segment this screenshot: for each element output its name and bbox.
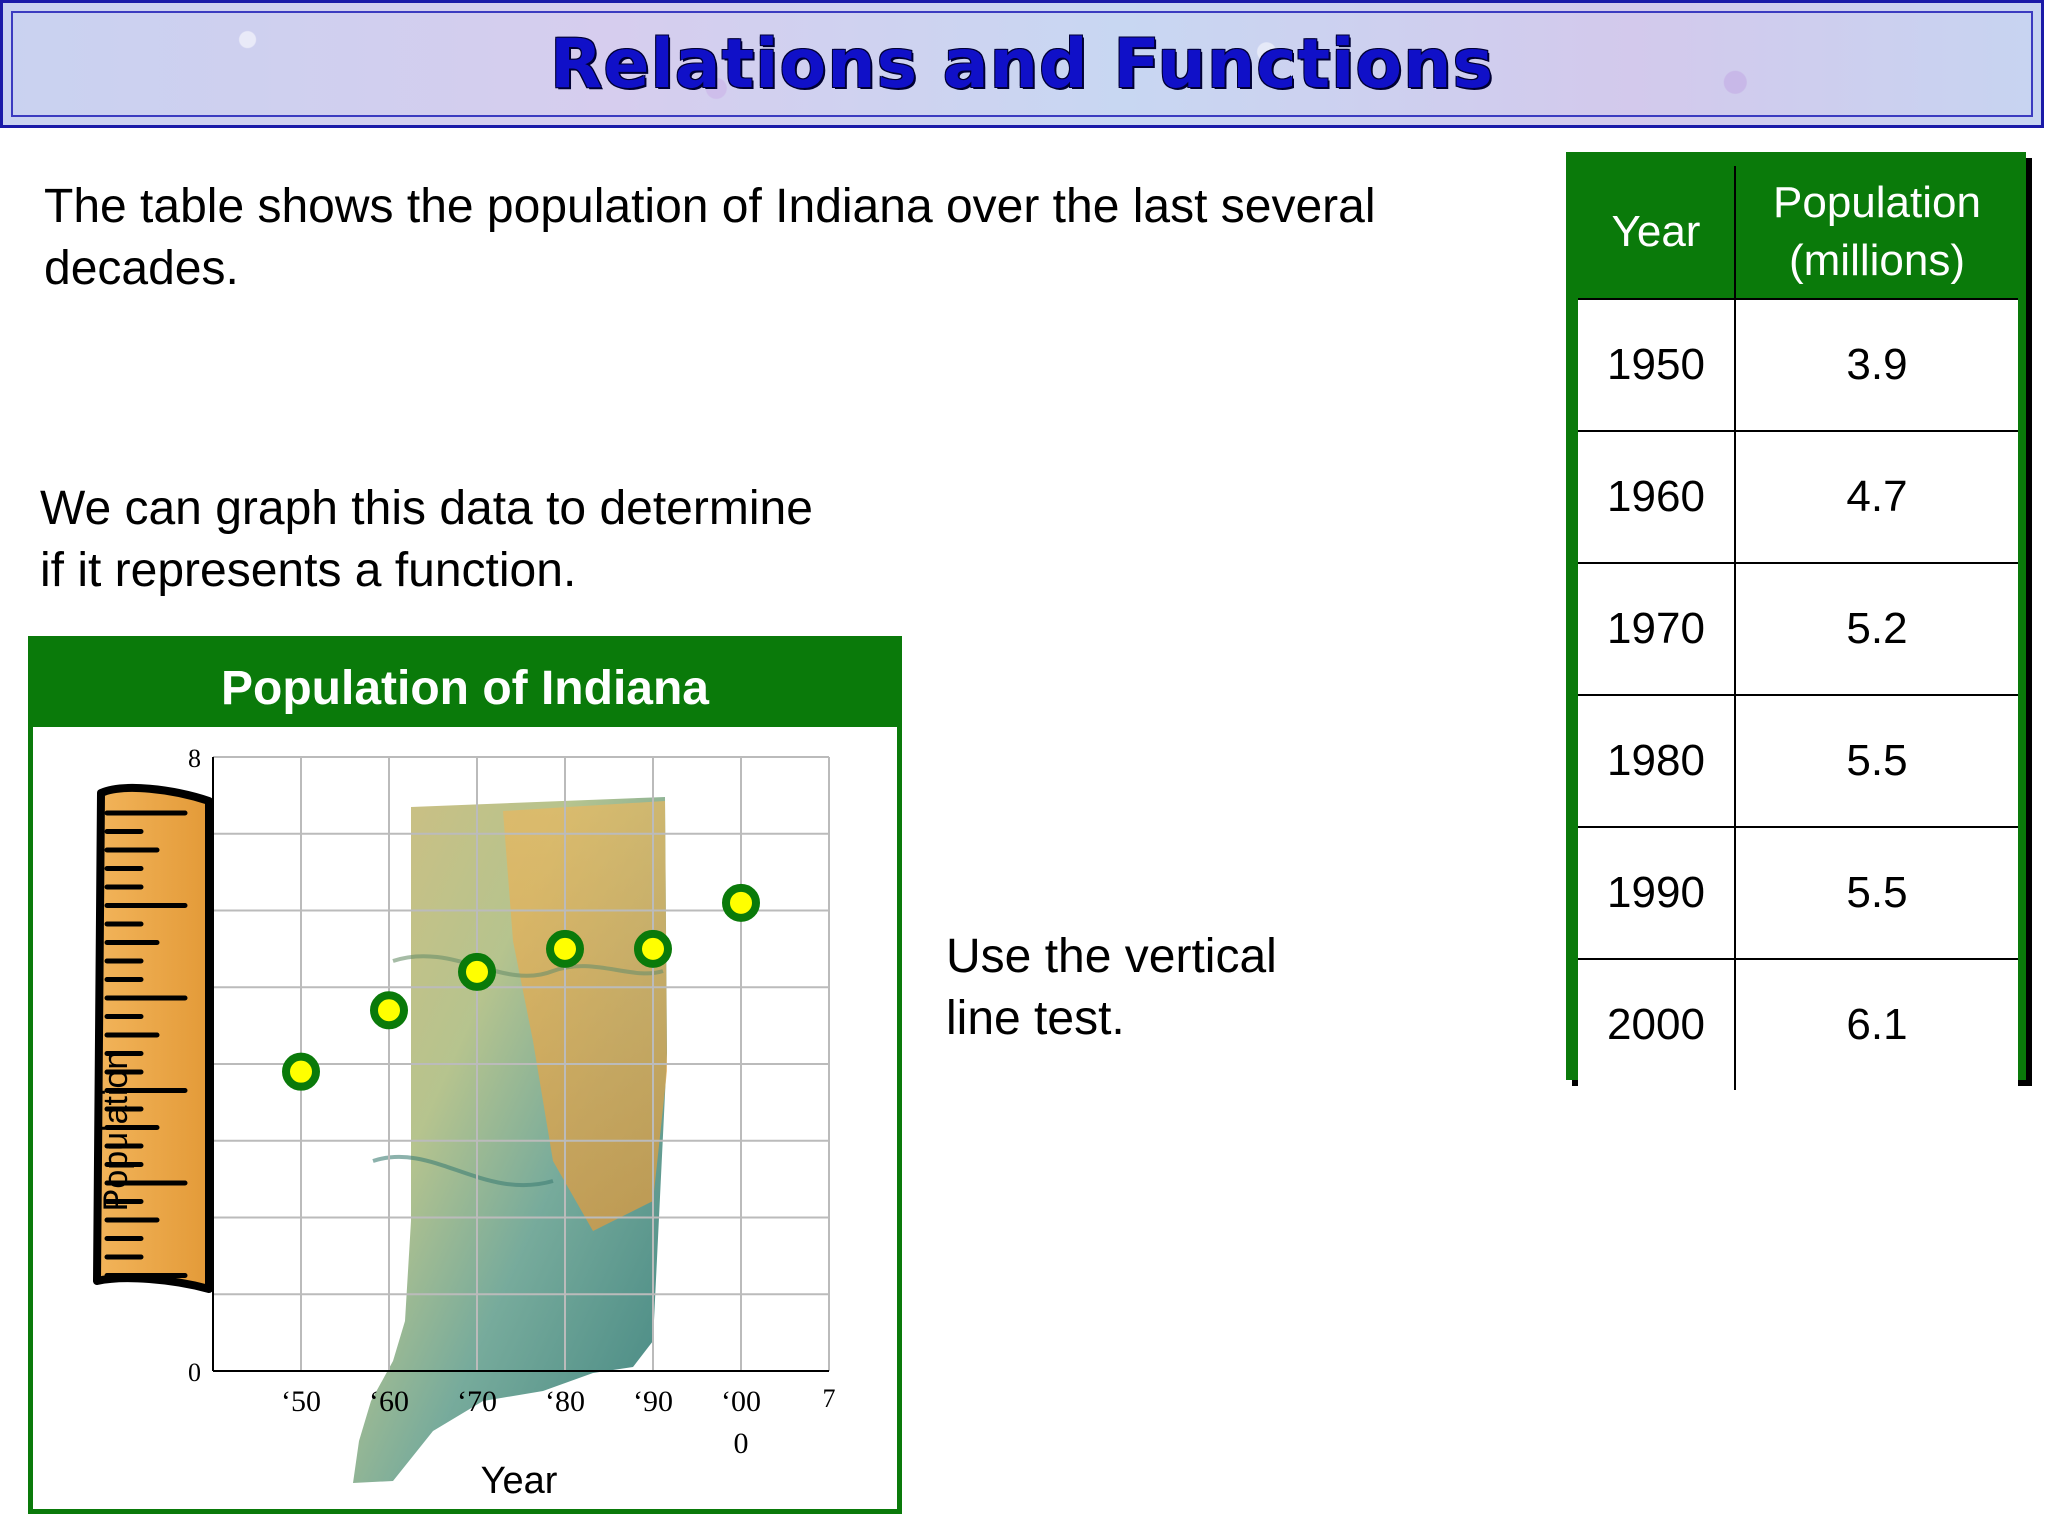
data-point bbox=[634, 929, 672, 968]
graph-note-line-1: We can graph this data to determine bbox=[40, 482, 813, 535]
header-population-line-2: (millions) bbox=[1789, 236, 1965, 285]
slide-title: Relations and Functions bbox=[549, 25, 1495, 104]
vlt-line-2: line test. bbox=[946, 992, 1125, 1045]
cell-year: 1970 bbox=[1578, 562, 1736, 695]
data-point bbox=[370, 991, 408, 1030]
cell-population: 3.9 bbox=[1735, 298, 2018, 431]
cell-population: 5.5 bbox=[1735, 826, 2018, 959]
table-row: 1990 5.5 bbox=[1578, 826, 2018, 959]
x-tick-label-extra: 7 bbox=[823, 1384, 836, 1413]
graph-note-line-2: if it represents a function. bbox=[40, 544, 577, 597]
intro-text: The table shows the population of Indian… bbox=[44, 180, 1376, 295]
x-tick-label: ‘90 bbox=[633, 1385, 673, 1418]
vlt-line-1: Use the vertical bbox=[946, 930, 1277, 983]
x-tick-label: ‘00 bbox=[721, 1385, 761, 1418]
table-row: 1950 3.9 bbox=[1578, 298, 2018, 431]
cell-population: 5.2 bbox=[1735, 562, 2018, 695]
cell-year: 1980 bbox=[1578, 694, 1736, 827]
x-tick-label: ‘70 bbox=[457, 1385, 497, 1418]
x-tick-label: ‘60 bbox=[369, 1385, 409, 1418]
header-year: Year bbox=[1578, 166, 1736, 299]
data-point bbox=[282, 1052, 320, 1091]
x-tick-label: ‘80 bbox=[545, 1385, 585, 1418]
table-row: 2000 6.1 bbox=[1578, 958, 2018, 1090]
cell-population: 6.1 bbox=[1735, 958, 2018, 1090]
x-tick-label-extra: 0 bbox=[734, 1427, 749, 1460]
x-tick-label: ‘50 bbox=[281, 1385, 321, 1418]
cell-year: 1990 bbox=[1578, 826, 1736, 959]
population-table: Year Population (millions) 1950 3.9 1960… bbox=[1578, 166, 2018, 1090]
ruler-icon bbox=[93, 783, 213, 1293]
header-population: Population (millions) bbox=[1735, 166, 2018, 299]
table-row: 1970 5.2 bbox=[1578, 562, 2018, 695]
table-row: 1980 5.5 bbox=[1578, 694, 2018, 827]
table-row: 1960 4.7 bbox=[1578, 430, 2018, 563]
vertical-line-test-note: Use the vertical line test. bbox=[946, 926, 1386, 1050]
graph-note: We can graph this data to determine if i… bbox=[40, 478, 940, 602]
chart-panel: Population of Indiana 0 8 ‘50 ‘60 ‘70 ‘8… bbox=[28, 636, 902, 1514]
cell-year: 1960 bbox=[1578, 430, 1736, 563]
cell-population: 4.7 bbox=[1735, 430, 2018, 563]
data-point bbox=[458, 952, 496, 991]
y-tick-label: 0 bbox=[188, 1358, 201, 1387]
header-population-line-1: Population bbox=[1773, 178, 1981, 227]
x-axis-label: Year bbox=[481, 1460, 558, 1502]
population-table-panel: Year Population (millions) 1950 3.9 1960… bbox=[1566, 152, 2026, 1090]
population-chart: 0 8 ‘50 ‘60 ‘70 ‘80 ‘90 ‘00 0 7 Population Year bbox=[93, 744, 836, 1502]
y-tick-label: 8 bbox=[188, 744, 201, 773]
cell-year: 1950 bbox=[1578, 298, 1736, 431]
cell-year: 2000 bbox=[1578, 958, 1736, 1090]
title-banner: Relations and Functions bbox=[0, 0, 2044, 128]
data-point bbox=[722, 883, 760, 922]
y-axis-label: Population bbox=[97, 1051, 135, 1212]
data-point bbox=[546, 929, 584, 968]
cell-population: 5.5 bbox=[1735, 694, 2018, 827]
